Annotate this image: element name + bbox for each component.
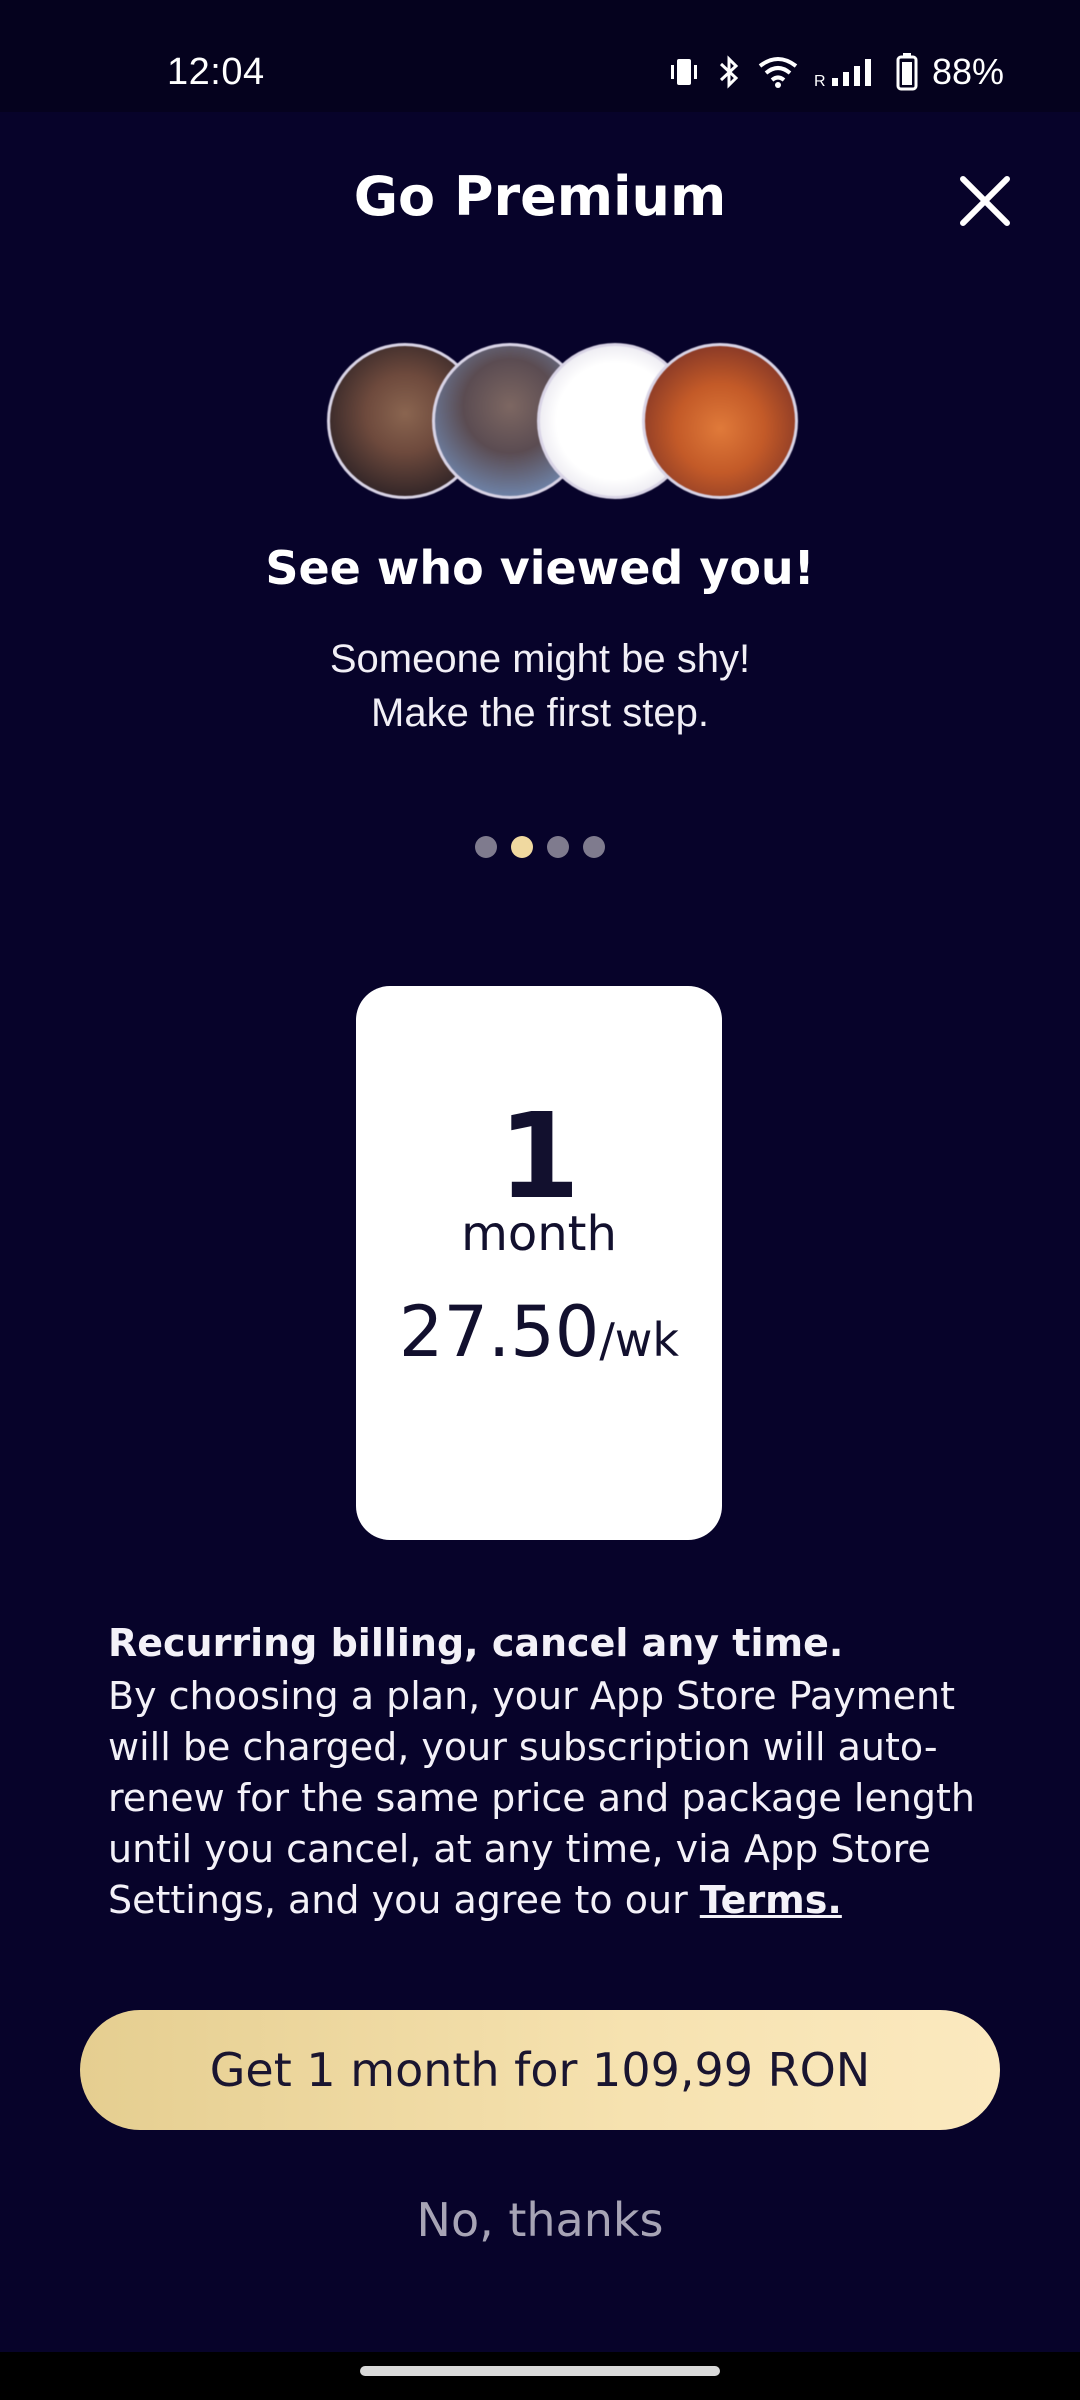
battery-icon: [896, 53, 918, 91]
home-indicator[interactable]: [360, 2366, 720, 2376]
vibrate-icon: [666, 54, 702, 90]
plan-duration-number: 1: [497, 1087, 581, 1225]
purchase-button[interactable]: Get 1 month for 109,99 RON: [80, 2010, 1000, 2130]
carousel-indicator: [0, 836, 1080, 858]
avatar: [642, 343, 798, 499]
viewer-avatars: [327, 343, 798, 499]
bluetooth-icon: [716, 54, 742, 90]
carousel-dot[interactable]: [475, 836, 497, 858]
feature-line-1: Someone might be shy!: [329, 637, 751, 681]
billing-body: By choosing a plan, your App Store Payme…: [108, 1674, 975, 1922]
feature-description: Someone might be shy! Make the first ste…: [0, 632, 1080, 740]
carousel-dot[interactable]: [547, 836, 569, 858]
page-title: Go Premium: [353, 165, 727, 228]
system-icons: R 88%: [666, 48, 1004, 96]
plan-card-1-month[interactable]: 1 month 27.50/wk: [356, 986, 722, 1540]
close-button[interactable]: [950, 166, 1020, 236]
feature-title: See who viewed you!: [265, 541, 815, 595]
roaming-indicator: R: [814, 73, 826, 90]
status-time: 12:04: [167, 51, 265, 93]
plan-price: 27.50/wk: [356, 1292, 722, 1380]
carousel-dot-active[interactable]: [511, 836, 533, 858]
battery-percent: 88%: [931, 51, 1004, 92]
close-icon: [960, 176, 1010, 226]
signal-icon: R: [814, 54, 882, 90]
navigation-bar: [0, 2352, 1080, 2400]
plan-price-period: /wk: [599, 1313, 680, 1367]
wifi-icon: [756, 54, 800, 90]
billing-heading: Recurring billing, cancel any time.: [108, 1621, 844, 1665]
decline-button[interactable]: No, thanks: [0, 2190, 1080, 2250]
terms-link[interactable]: Terms.: [700, 1878, 842, 1922]
plan-price-value: 27.50: [398, 1291, 600, 1373]
plan-duration-unit: month: [461, 1206, 617, 1262]
carousel-dot[interactable]: [583, 836, 605, 858]
feature-line-2: Make the first step.: [371, 691, 709, 735]
status-bar: 12:04 R 88%: [0, 0, 1080, 112]
billing-disclaimer: Recurring billing, cancel any time. By c…: [108, 1618, 988, 1926]
